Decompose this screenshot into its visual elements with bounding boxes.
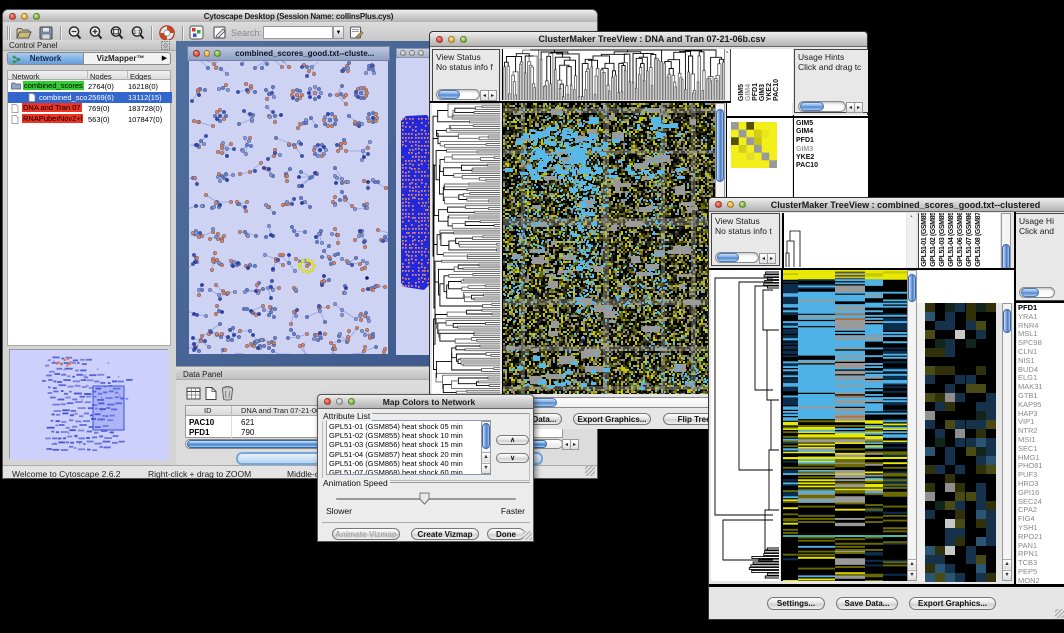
svg-text:1:1: 1:1 — [133, 30, 140, 36]
